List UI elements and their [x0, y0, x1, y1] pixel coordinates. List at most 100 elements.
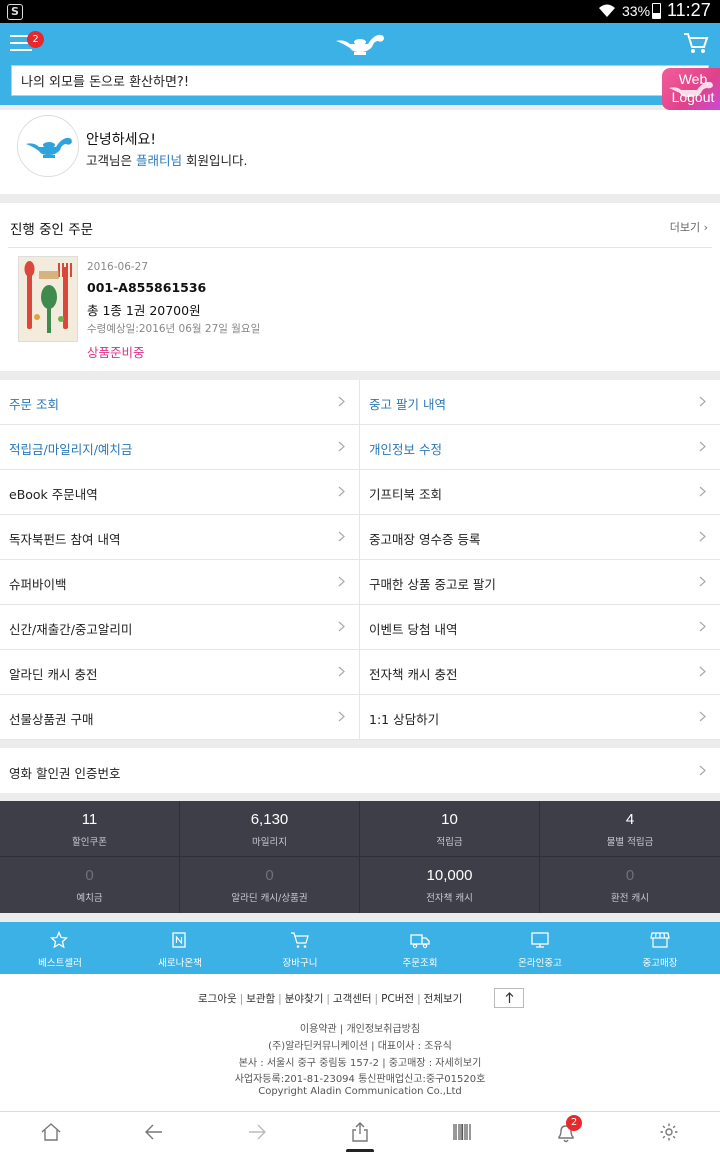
back-icon[interactable]: [144, 1122, 164, 1142]
stat-label: 알라딘 캐시/상품권: [231, 893, 308, 904]
footer-address: 본사 : 서울시 중구 중림동 157-2 | 중고매장 : 자세히보기: [238, 1058, 482, 1069]
chevron-right-icon: [699, 711, 706, 722]
menu-label: 적립금/마일리지/예치금: [9, 442, 133, 457]
movie-coupon-label: 영화 할인권 인증번호: [9, 766, 121, 781]
order-total: 총 1종 1권 20700원: [87, 303, 201, 318]
gear-icon[interactable]: [659, 1122, 679, 1142]
wifi-icon: [599, 4, 615, 17]
menu-giftybook[interactable]: 기프티북 조회: [360, 470, 720, 515]
store-icon: [650, 932, 670, 948]
nav-cart[interactable]: 장바구니: [240, 922, 360, 974]
nav-label: 베스트셀러: [38, 958, 82, 969]
stat-ebook-cash[interactable]: 10,000 전자책 캐시: [360, 857, 540, 913]
chevron-right-icon: [699, 576, 706, 587]
menu-points-mileage[interactable]: 적립금/마일리지/예치금: [0, 425, 360, 470]
search-input[interactable]: [12, 66, 708, 95]
browser-toolbar: 2: [0, 1111, 720, 1152]
menu-ebook-orders[interactable]: eBook 주문내역: [0, 470, 360, 515]
order-date: 2016-06-27: [87, 261, 149, 273]
menu-super-buyback[interactable]: 슈퍼바이백: [0, 560, 360, 605]
chevron-right-icon: [338, 441, 345, 452]
menu-edit-profile[interactable]: 개인정보 수정: [360, 425, 720, 470]
chevron-right-icon: [338, 666, 345, 677]
stat-label: 할인쿠폰: [72, 837, 107, 848]
chevron-right-icon: [338, 576, 345, 587]
orders-title: 진행 중인 주문: [10, 222, 94, 238]
footer-terms[interactable]: 이용약관 | 개인정보취급방침: [0, 1020, 720, 1035]
membership-grade[interactable]: 플래티넘: [136, 153, 182, 168]
menu-gift-card[interactable]: 선물상품권 구매: [0, 695, 360, 740]
status-bar: S 33% 11:27: [0, 0, 720, 23]
stat-exchange-cash[interactable]: 0 환전 캐시: [540, 857, 720, 913]
nav-new-books[interactable]: 새로나온책: [120, 922, 240, 974]
cart-icon: [291, 932, 309, 948]
stat-coupons[interactable]: 11 할인쿠폰: [0, 801, 180, 857]
menu-one-on-one[interactable]: 1:1 상담하기: [360, 695, 720, 740]
footer-copyright: Copyright Aladin Communication Co.,Ltd: [258, 1086, 462, 1097]
stat-value: 11: [81, 811, 98, 828]
nav-used-store[interactable]: 중고매장: [600, 922, 720, 974]
clock: 11:27: [667, 0, 711, 20]
nav-label: 주문조회: [402, 958, 438, 969]
footer-link-logout[interactable]: 로그아웃: [198, 993, 237, 1005]
stat-label: 예치금: [76, 893, 103, 904]
book-cover[interactable]: [18, 256, 78, 342]
menu-label: eBook 주문내역: [9, 487, 98, 502]
chevron-right-icon: [699, 621, 706, 632]
menu-sell-purchased[interactable]: 구매한 상품 중고로 팔기: [360, 560, 720, 605]
menu-label: 슈퍼바이백: [9, 577, 67, 592]
barcode-icon[interactable]: [452, 1122, 472, 1142]
stat-mileage[interactable]: 6,130 마일리지: [180, 801, 360, 857]
scroll-top-button[interactable]: [494, 988, 524, 1008]
stat-value: 0: [85, 867, 94, 884]
chevron-right-icon: [338, 711, 345, 722]
avatar: [17, 115, 79, 177]
book-cover-art: [19, 257, 77, 341]
battery-percent: 33%: [622, 3, 651, 19]
menu-cash-charge[interactable]: 알라딘 캐시 충전: [0, 650, 360, 695]
search-field[interactable]: [11, 65, 709, 96]
order-number[interactable]: 001-A855861536: [87, 280, 206, 295]
stat-aladin-cash[interactable]: 0 알라딘 캐시/상품권: [180, 857, 360, 913]
menu-label: 선물상품권 구매: [9, 712, 94, 727]
app-header: 2: [0, 23, 720, 105]
stat-value: 10: [441, 811, 458, 828]
membership-suffix: 회원입니다.: [182, 153, 248, 168]
cart-icon[interactable]: [683, 31, 709, 55]
menu-used-sales-history[interactable]: 중고 팔기 내역: [360, 380, 720, 425]
footer-link-locker[interactable]: 보관함: [246, 993, 275, 1005]
stat-label: 환전 캐시: [611, 893, 649, 904]
nav-label: 중고매장: [642, 958, 678, 969]
stat-points[interactable]: 10 적립금: [360, 801, 540, 857]
menu-book-fund[interactable]: 독자북펀드 참여 내역: [0, 515, 360, 560]
menu-ebook-cash-charge[interactable]: 전자책 캐시 충전: [360, 650, 720, 695]
menu-order-lookup[interactable]: 주문 조회: [0, 380, 360, 425]
membership-prefix: 고객님은: [86, 153, 136, 168]
menu-store-receipt[interactable]: 중고매장 영수증 등록: [360, 515, 720, 560]
nav-order-lookup[interactable]: 주문조회: [360, 922, 480, 974]
chevron-right-icon: [338, 486, 345, 497]
stat-deposit[interactable]: 0 예치금: [0, 857, 180, 913]
nav-online-used[interactable]: 온라인중고: [480, 922, 600, 974]
share-icon[interactable]: [350, 1122, 370, 1142]
menu-alerts[interactable]: 신간/재출간/중고알리미: [0, 605, 360, 650]
monitor-icon: [531, 932, 549, 948]
aladin-lamp-logo[interactable]: [334, 29, 386, 57]
forward-icon[interactable]: [247, 1122, 267, 1142]
in-progress-orders: 진행 중인 주문 더보기 › 2016-06-27 001-A855861536…: [0, 203, 720, 371]
more-link[interactable]: 더보기 ›: [670, 219, 708, 235]
footer-link-pc-version[interactable]: PC버전: [381, 993, 414, 1005]
footer-link-categories[interactable]: 분야찾기: [285, 993, 324, 1005]
chevron-right-icon: [338, 621, 345, 632]
menu-event-wins[interactable]: 이벤트 당첨 내역: [360, 605, 720, 650]
menu-label: 이벤트 당첨 내역: [369, 622, 458, 637]
web-logout-button[interactable]: Web Logout: [662, 68, 720, 110]
stat-special-points[interactable]: 4 물별 적립금: [540, 801, 720, 857]
lamp-icon: [26, 137, 72, 158]
footer-link-support[interactable]: 고객센터: [333, 993, 372, 1005]
nav-bestseller[interactable]: 베스트셀러: [0, 922, 120, 974]
footer-link-view-all[interactable]: 전체보기: [424, 993, 463, 1005]
home-icon[interactable]: [40, 1122, 62, 1142]
menu-label: 독자북펀드 참여 내역: [9, 532, 121, 547]
movie-coupon-row[interactable]: 영화 할인권 인증번호: [0, 748, 720, 793]
